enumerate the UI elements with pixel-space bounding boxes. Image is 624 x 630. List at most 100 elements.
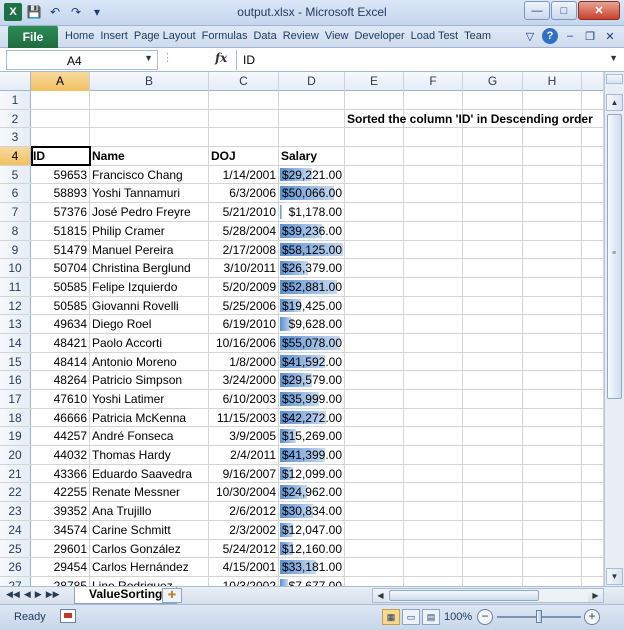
cell[interactable] <box>209 128 279 147</box>
cell[interactable] <box>463 408 523 427</box>
cell[interactable] <box>345 539 404 558</box>
cell[interactable] <box>404 221 463 240</box>
cell[interactable]: Carlos Hernández <box>90 558 209 576</box>
cell[interactable] <box>523 502 582 520</box>
tab-formulas[interactable]: Formulas <box>199 30 251 42</box>
cell[interactable] <box>582 502 604 520</box>
cell[interactable] <box>90 91 209 109</box>
cell[interactable]: 10/3/2002 <box>209 576 279 586</box>
cell[interactable] <box>582 277 604 296</box>
cell[interactable] <box>523 352 582 371</box>
cell[interactable] <box>345 576 404 586</box>
cell[interactable]: $33,181.00 <box>279 558 345 576</box>
cell[interactable] <box>523 315 582 333</box>
scroll-thumb[interactable]: ≡ <box>607 114 622 399</box>
cell[interactable] <box>523 539 582 558</box>
cell[interactable]: Salary <box>279 147 345 165</box>
cell[interactable] <box>404 165 463 184</box>
name-box[interactable]: A4 ▼ <box>6 50 158 70</box>
cell[interactable]: 44257 <box>31 427 90 446</box>
row-header[interactable]: 21 <box>0 464 31 483</box>
cell[interactable]: 50585 <box>31 277 90 296</box>
cell[interactable] <box>345 371 404 389</box>
cell[interactable] <box>582 352 604 371</box>
cell[interactable] <box>345 483 404 502</box>
cell[interactable] <box>345 128 404 147</box>
cell[interactable] <box>345 165 404 184</box>
cell[interactable]: 10/30/2004 <box>209 483 279 502</box>
cell[interactable]: 50704 <box>31 259 90 277</box>
cell[interactable] <box>523 165 582 184</box>
cell[interactable] <box>345 296 404 315</box>
expand-formula-icon[interactable]: ▼ <box>609 53 618 63</box>
row-header[interactable]: 24 <box>0 520 31 539</box>
cell[interactable] <box>523 128 582 147</box>
cell[interactable]: $12,099.00 <box>279 464 345 483</box>
cell[interactable]: 10/16/2006 <box>209 333 279 352</box>
split-handle[interactable] <box>606 74 623 84</box>
cell[interactable] <box>523 408 582 427</box>
cell[interactable]: 57376 <box>31 203 90 221</box>
column-header-e[interactable]: E <box>345 72 404 91</box>
cell[interactable] <box>404 203 463 221</box>
cell[interactable]: 28785 <box>31 576 90 586</box>
cell[interactable]: Yoshi Tannamuri <box>90 184 209 203</box>
cell[interactable]: 1/14/2001 <box>209 165 279 184</box>
cell[interactable] <box>404 558 463 576</box>
cell[interactable] <box>523 446 582 464</box>
cell[interactable] <box>523 259 582 277</box>
cell[interactable]: 9/16/2007 <box>209 464 279 483</box>
cell[interactable]: $39,236.00 <box>279 221 345 240</box>
cell[interactable]: Francisco Chang <box>90 165 209 184</box>
row-header[interactable]: 27 <box>0 576 31 586</box>
zoom-in-icon[interactable]: + <box>584 609 600 625</box>
cell[interactable] <box>523 333 582 352</box>
cell[interactable]: $50,066.00 <box>279 184 345 203</box>
zoom-out-icon[interactable]: − <box>477 609 493 625</box>
cell[interactable] <box>582 390 604 408</box>
cell[interactable]: 5/28/2004 <box>209 221 279 240</box>
tab-home[interactable]: Home <box>62 30 97 42</box>
doc-minimize-icon[interactable]: – <box>562 30 578 42</box>
column-header-b[interactable]: B <box>90 72 209 91</box>
minimize-button[interactable]: — <box>524 1 550 20</box>
cell[interactable] <box>523 427 582 446</box>
cell[interactable]: $30,834.00 <box>279 502 345 520</box>
row-header[interactable]: 22 <box>0 483 31 502</box>
cell[interactable] <box>404 147 463 165</box>
cell[interactable] <box>463 221 523 240</box>
insert-sheet-icon[interactable]: ✚ <box>162 588 182 603</box>
cell[interactable] <box>345 464 404 483</box>
cell[interactable] <box>279 128 345 147</box>
cell[interactable]: $41,592.00 <box>279 352 345 371</box>
close-button[interactable]: ✕ <box>578 1 620 20</box>
tab-insert[interactable]: Insert <box>97 30 131 42</box>
row-header[interactable]: 13 <box>0 315 31 333</box>
cell[interactable] <box>345 502 404 520</box>
cell[interactable] <box>345 315 404 333</box>
cell[interactable] <box>404 576 463 586</box>
cell[interactable] <box>463 464 523 483</box>
cell[interactable] <box>582 221 604 240</box>
cell[interactable]: $41,399.00 <box>279 446 345 464</box>
cell[interactable] <box>582 165 604 184</box>
cell[interactable] <box>523 147 582 165</box>
cell[interactable] <box>523 184 582 203</box>
cell[interactable] <box>463 277 523 296</box>
cell[interactable]: 5/25/2006 <box>209 296 279 315</box>
column-header-a[interactable]: A <box>31 72 90 91</box>
cell[interactable] <box>345 147 404 165</box>
cell[interactable]: DOJ <box>209 147 279 165</box>
cell[interactable] <box>404 502 463 520</box>
cell[interactable] <box>463 390 523 408</box>
cell[interactable] <box>345 203 404 221</box>
cell[interactable]: Lino Rodriguez <box>90 576 209 586</box>
cell[interactable] <box>523 371 582 389</box>
cell[interactable] <box>90 128 209 147</box>
row-header[interactable]: 2 <box>0 109 31 128</box>
cell[interactable] <box>463 147 523 165</box>
cell[interactable]: Christina Berglund <box>90 259 209 277</box>
cell[interactable] <box>582 333 604 352</box>
cell[interactable] <box>582 483 604 502</box>
tab-team[interactable]: Team <box>461 30 494 42</box>
